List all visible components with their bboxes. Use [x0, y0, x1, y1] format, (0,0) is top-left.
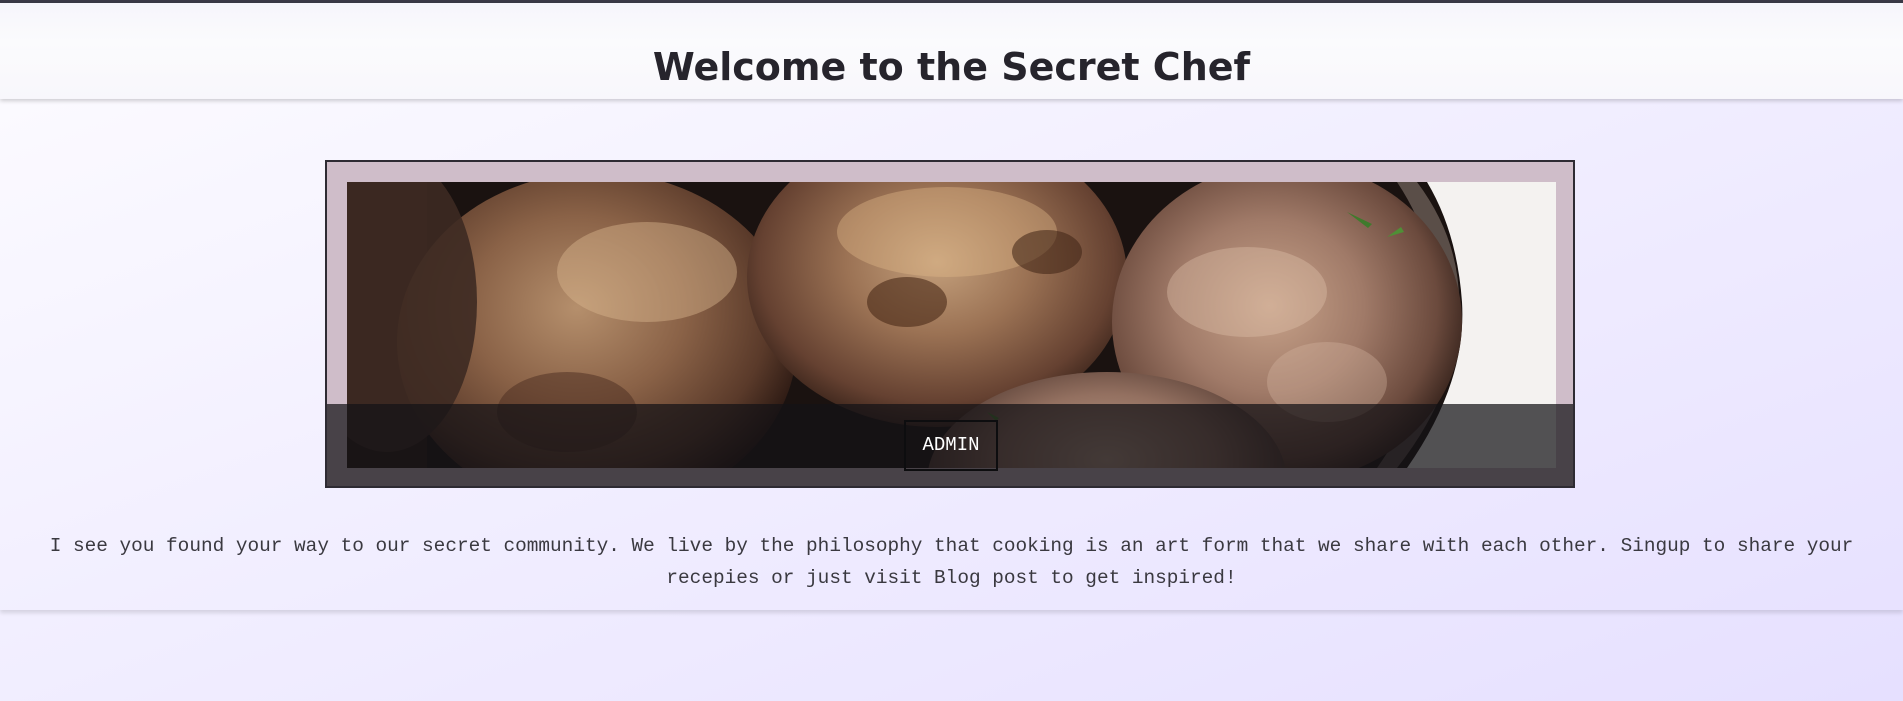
intro-paragraph: I see you found your way to our secret c… — [49, 535, 1854, 589]
admin-button[interactable]: ADMIN — [904, 420, 998, 471]
page-title: Welcome to the Secret Chef — [652, 45, 1251, 89]
